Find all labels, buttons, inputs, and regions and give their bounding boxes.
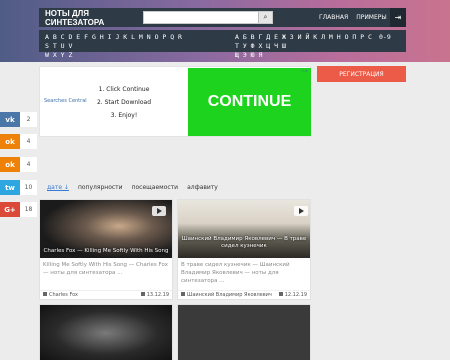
card-date-value: 12.12.19 <box>284 292 307 298</box>
share-twitter[interactable]: tw 10 <box>0 180 37 195</box>
twitter-icon: tw <box>0 180 20 195</box>
sort-by-alphabet[interactable]: алфавиту <box>187 184 218 191</box>
nav-home-link[interactable]: ГЛАВНАЯ <box>319 14 348 21</box>
login-icon: ⇥ <box>394 13 402 22</box>
card-date-value: 13.12.19 <box>146 292 169 298</box>
card-author[interactable]: Шаинский Владимир Яковлевич <box>181 292 272 298</box>
ad-step: 3. Enjoy! <box>110 112 138 119</box>
video-card[interactable]: Шаинский Владимир Яковлевич — В траве си… <box>177 199 311 300</box>
card-author[interactable]: Charles Fox <box>43 292 78 298</box>
card-date: 13.12.19 <box>140 292 169 298</box>
video-card[interactable] <box>39 304 173 360</box>
video-thumbnail[interactable]: Charles Fox — Killing Me Softly With His… <box>40 200 172 258</box>
card-meta: Charles Fox 13.12.19 <box>40 290 172 299</box>
site-logo[interactable]: НОТЫ ДЛЯ СИНТЕЗАТОРА <box>39 9 143 27</box>
register-button[interactable]: РЕГИСТРАЦИЯ <box>317 66 406 82</box>
calendar-icon <box>278 292 283 296</box>
cyrillic-letters: А Б В Г Д Е Ж З И Й К Л М Н О П Р С Т У … <box>235 33 375 60</box>
ad-step: 2. Start Download <box>96 99 152 106</box>
video-title[interactable]: Charles Fox — Killing Me Softly With His… <box>40 248 172 255</box>
latin-letters: A B C D E F G H I J K L M N O P Q R S T … <box>45 33 185 60</box>
card-date: 12.12.19 <box>278 292 307 298</box>
card-author-name: Charles Fox <box>49 292 79 298</box>
share-count: 4 <box>20 134 37 149</box>
site-header: НОТЫ ДЛЯ СИНТЕЗАТОРА ⌕ ГЛАВНАЯ ПРИМЕРЫ ⇥ <box>39 8 406 27</box>
google-plus-icon: G+ <box>0 202 20 217</box>
sort-bar: дате ↓ популярности посещаемости алфавит… <box>47 184 227 191</box>
video-title[interactable]: Шаинский Владимир Яковлевич — В траве си… <box>178 236 310 250</box>
calendar-icon <box>140 292 145 296</box>
user-icon <box>181 292 185 296</box>
share-count: 4 <box>20 157 37 172</box>
latin-letters-row1[interactable]: A B C D E F G H I J K L M N O P Q R S T … <box>45 33 185 51</box>
ad-continue-button[interactable]: CONTINUE <box>188 68 311 136</box>
cyrillic-letters-row1[interactable]: А Б В Г Д Е Ж З И Й К Л М Н О П Р С Т У … <box>235 33 375 51</box>
alphabet-bar: A B C D E F G H I J K L M N O P Q R S T … <box>39 30 406 59</box>
share-count: 18 <box>20 202 37 217</box>
nav-examples-link[interactable]: ПРИМЕРЫ <box>356 14 387 21</box>
play-icon[interactable] <box>152 206 166 216</box>
user-icon <box>43 292 47 296</box>
card-meta: Шаинский Владимир Яковлевич 12.12.19 <box>178 290 310 299</box>
sort-by-visits[interactable]: посещаемости <box>132 184 179 191</box>
latin-letters-row2[interactable]: W X Y Z <box>45 51 185 60</box>
search-box: ⌕ <box>143 11 273 24</box>
share-count: 10 <box>20 180 37 195</box>
search-button[interactable]: ⌕ <box>258 12 272 23</box>
ad-step: 1. Click Continue <box>98 86 150 93</box>
card-description[interactable]: Killing Me Softly With His Song — Charle… <box>40 258 172 290</box>
share-count: 2 <box>20 112 37 127</box>
cyrillic-letters-row2[interactable]: Щ Э Ю Я <box>235 51 375 60</box>
odnoklassniki-icon: ok <box>0 134 20 149</box>
odnoklassniki-icon: ok <box>0 157 20 172</box>
share-odnoklassniki[interactable]: ok 4 <box>0 157 37 172</box>
card-description[interactable]: В траве сидел кузнечик — Шаинский Владим… <box>178 258 310 290</box>
video-thumbnail[interactable]: Шаинский Владимир Яковлевич — В траве си… <box>178 200 310 258</box>
video-card[interactable]: Charles Fox — Killing Me Softly With His… <box>39 199 173 300</box>
share-vk[interactable]: vk 2 <box>0 112 37 127</box>
sort-by-date[interactable]: дате ↓ <box>47 184 69 191</box>
video-thumbnail[interactable] <box>40 305 172 360</box>
ad-brand: Searches Central <box>44 98 87 104</box>
card-author-name: Шаинский Владимир Яковлевич <box>187 292 272 298</box>
digits-link[interactable]: 0-9 <box>379 33 391 42</box>
play-icon[interactable] <box>294 206 308 216</box>
vk-icon: vk <box>0 112 20 127</box>
share-odnoklassniki[interactable]: ok 4 <box>0 134 37 149</box>
video-card[interactable] <box>177 304 311 360</box>
search-input[interactable] <box>146 12 258 23</box>
advertisement[interactable]: Searches Central 1. Click Continue 2. St… <box>39 66 311 137</box>
share-google-plus[interactable]: G+ 18 <box>0 202 37 217</box>
sort-by-popularity[interactable]: популярности <box>78 184 123 191</box>
search-icon: ⌕ <box>263 13 268 21</box>
login-button[interactable]: ⇥ <box>390 8 406 27</box>
video-thumbnail[interactable] <box>178 305 310 360</box>
ad-steps: 1. Click Continue 2. Start Download 3. E… <box>94 83 154 122</box>
ad-choices-icon[interactable]: ▷✕ <box>302 68 308 73</box>
